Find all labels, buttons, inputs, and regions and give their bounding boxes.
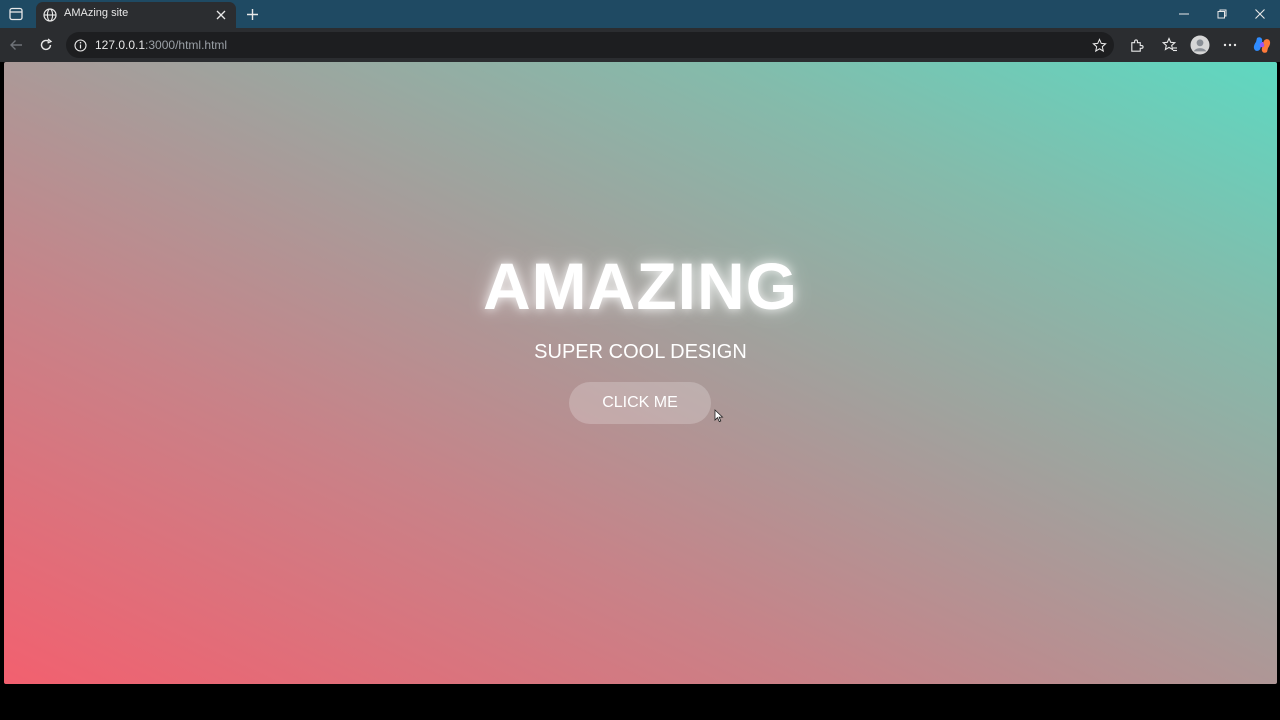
restore-button[interactable] [1204, 0, 1240, 28]
address-path: :3000/html.html [145, 38, 228, 52]
refresh-icon [40, 38, 53, 51]
favorites-icon[interactable] [1159, 34, 1181, 56]
address-url: 127.0.0.1:3000/html.html [95, 38, 227, 52]
page-subtitle: SUPER COOL DESIGN [534, 341, 747, 363]
hero-section: AMAZING SUPER COOL DESIGN CLICK ME [4, 62, 1277, 684]
star-icon[interactable] [1090, 36, 1108, 54]
page-title: AMAZING [483, 249, 798, 323]
info-icon[interactable] [72, 37, 88, 53]
copilot-icon[interactable] [1251, 34, 1273, 56]
minimize-button[interactable] [1166, 0, 1202, 28]
plus-icon [246, 8, 258, 20]
click-me-button[interactable]: CLICK ME [569, 382, 711, 424]
more-menu-icon[interactable] [1219, 34, 1241, 56]
tab-title: AMAzing site [64, 7, 129, 19]
back-button[interactable] [5, 34, 27, 56]
profile-avatar[interactable] [1189, 34, 1211, 56]
browser-toolbar: 127.0.0.1:3000/html.html [0, 28, 1280, 62]
tab-actions-icon[interactable] [6, 4, 26, 24]
tab-active[interactable]: AMAzing site [36, 2, 236, 28]
page-viewport: AMAZING SUPER COOL DESIGN CLICK ME [4, 62, 1277, 684]
address-bar[interactable]: 127.0.0.1:3000/html.html [66, 32, 1114, 58]
address-host: 127.0.0.1 [95, 38, 146, 52]
extensions-icon[interactable] [1125, 34, 1147, 56]
new-tab-button[interactable] [242, 4, 262, 24]
restore-icon [1217, 9, 1227, 19]
tab-bar: AMAzing site [0, 0, 1280, 28]
close-icon [1255, 9, 1265, 19]
refresh-button[interactable] [35, 34, 57, 56]
globe-icon [42, 7, 58, 23]
minimize-icon [1179, 13, 1189, 15]
window-close-button[interactable] [1242, 0, 1278, 28]
browser-window: AMAzing site 127.0.0.1:3000/html.html AM… [0, 0, 1280, 720]
tab-close-icon[interactable] [212, 6, 230, 24]
mouse-cursor-icon [714, 409, 724, 423]
back-arrow-icon [10, 40, 22, 50]
